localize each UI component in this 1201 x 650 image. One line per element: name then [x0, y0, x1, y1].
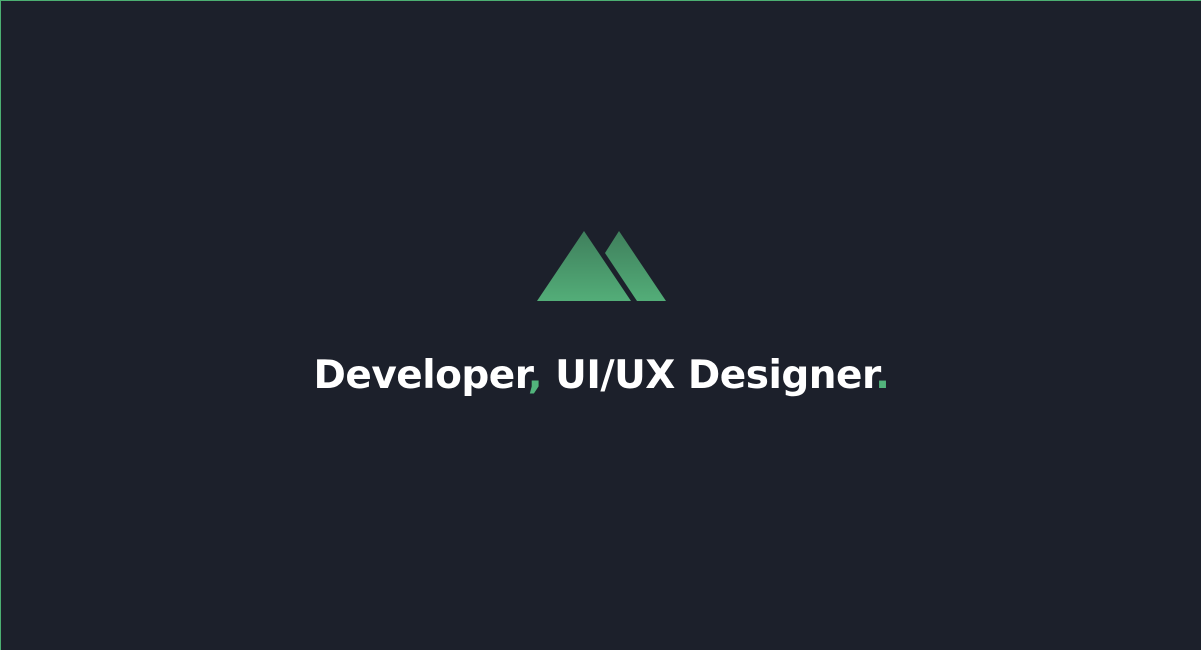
tagline-comma: , [527, 353, 543, 398]
tagline: Developer, UI/UX Designer. [1, 353, 1201, 398]
tagline-period: . [875, 353, 890, 398]
tagline-part-designer: UI/UX Designer [542, 353, 876, 398]
tagline-part-developer: Developer [313, 353, 529, 398]
mountain-logo-icon [537, 231, 667, 307]
